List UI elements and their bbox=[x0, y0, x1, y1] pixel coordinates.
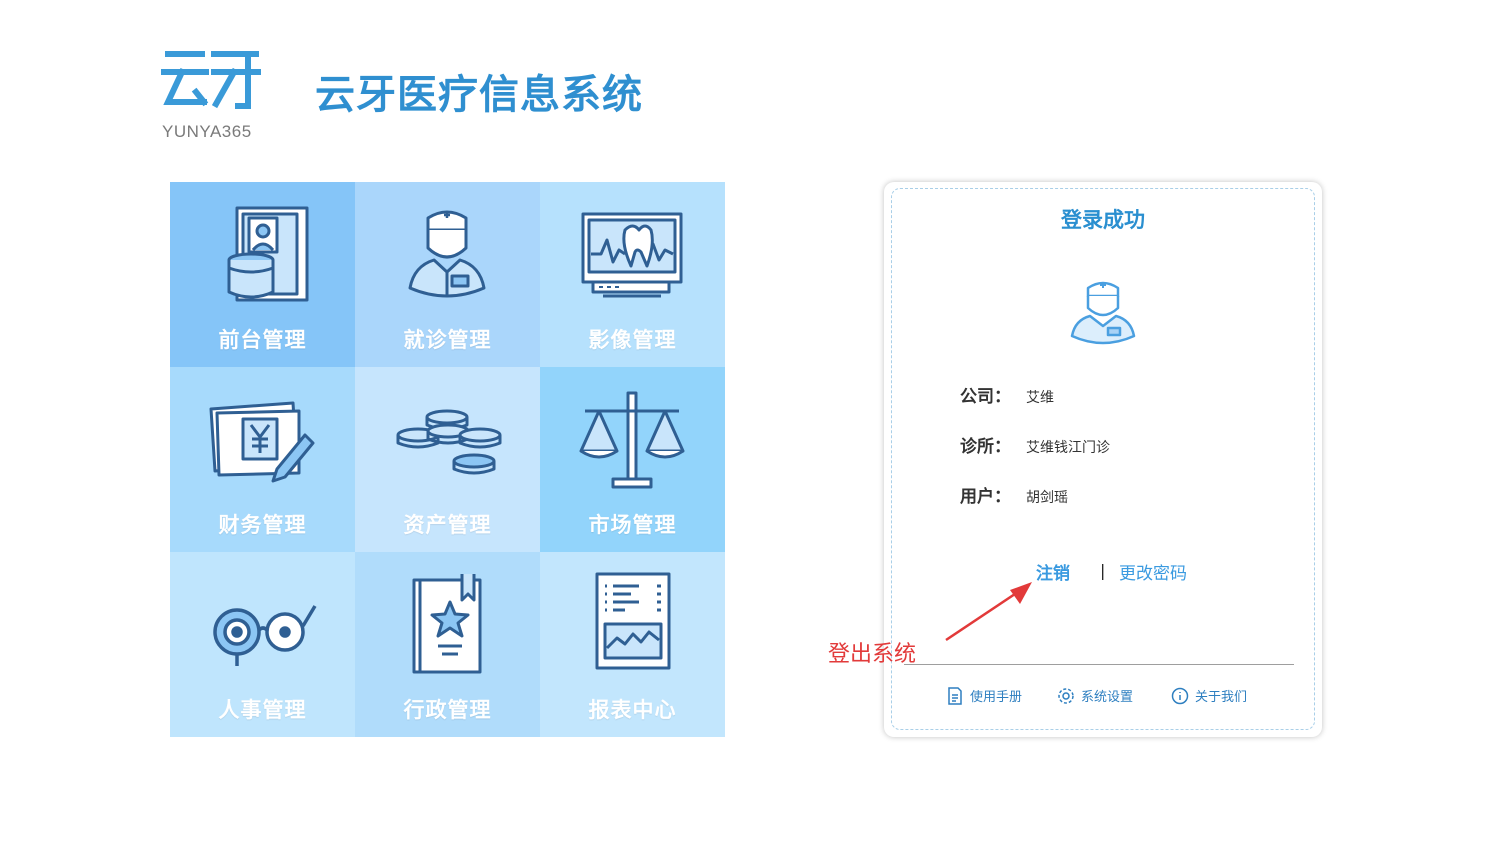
front-desk-icon bbox=[227, 206, 309, 302]
about-us-label: 关于我们 bbox=[1195, 690, 1248, 705]
doctor-avatar-icon bbox=[1070, 281, 1136, 345]
system-settings-link[interactable]: 系统设置 bbox=[1057, 686, 1133, 705]
tile-label: 影像管理 bbox=[588, 328, 677, 352]
tile-label: 行政管理 bbox=[403, 698, 492, 722]
system-settings-label: 系统设置 bbox=[1081, 690, 1134, 705]
clinic-row: 诊所： 艾维钱江门诊 bbox=[960, 432, 1110, 457]
tile-front-desk[interactable]: 前台管理 bbox=[170, 182, 355, 367]
info-icon bbox=[1171, 687, 1189, 704]
tile-consultation[interactable]: 就诊管理 bbox=[355, 182, 540, 367]
glasses-icon bbox=[213, 605, 317, 666]
annotation-arrow-icon bbox=[945, 582, 1032, 642]
tile-label: 财务管理 bbox=[218, 513, 307, 537]
tile-assets[interactable]: 资产管理 bbox=[355, 367, 540, 552]
coins-icon bbox=[396, 409, 502, 475]
tile-label: 人事管理 bbox=[218, 698, 307, 722]
change-password-link[interactable]: 更改密码 bbox=[1119, 559, 1187, 584]
panel-dashed-border bbox=[891, 188, 1315, 730]
tile-personnel[interactable]: 人事管理 bbox=[170, 552, 355, 737]
footer-divider bbox=[904, 664, 1294, 665]
system-title: 云牙医疗信息系统 bbox=[315, 72, 643, 118]
tile-imaging[interactable]: 影像管理 bbox=[540, 182, 725, 367]
star-book-icon bbox=[412, 574, 482, 674]
tooth-monitor-icon bbox=[581, 212, 683, 298]
company-row: 公司： 艾维 bbox=[960, 382, 1054, 407]
tile-finance[interactable]: 财务管理 bbox=[170, 367, 355, 552]
user-value: 胡剑瑶 bbox=[1026, 490, 1068, 506]
link-separator: | bbox=[1100, 561, 1106, 580]
login-success-panel: 登录成功 公司： 艾维 诊所： 艾维钱江门诊 用户： 胡剑瑶 注销 | 更改密码 使用… bbox=[884, 182, 1322, 737]
user-row: 用户： 胡剑瑶 bbox=[960, 482, 1068, 507]
user-label: 用户： bbox=[960, 487, 1011, 507]
balance-scale-icon bbox=[579, 391, 685, 489]
tile-label: 资产管理 bbox=[403, 513, 492, 537]
module-grid: 前台管理 就诊管理 影像管理 财务管理 资产管理 市场管理 人事管理 行政管理 … bbox=[170, 182, 725, 737]
logo-subtitle: YUNYA365 bbox=[162, 122, 252, 141]
tile-label: 就诊管理 bbox=[403, 328, 492, 352]
user-manual-label: 使用手册 bbox=[970, 690, 1023, 705]
about-us-link[interactable]: 关于我们 bbox=[1171, 686, 1247, 705]
logout-annotation: 登出系统 bbox=[828, 642, 917, 667]
doctor-icon bbox=[408, 210, 486, 298]
clinic-label: 诊所： bbox=[960, 437, 1011, 457]
logout-link[interactable]: 注销 bbox=[1036, 559, 1070, 584]
gear-icon bbox=[1058, 687, 1074, 704]
panel-title: 登录成功 bbox=[1061, 208, 1145, 232]
report-icon bbox=[595, 572, 671, 670]
tile-reports[interactable]: 报表中心 bbox=[540, 552, 725, 737]
tile-label: 市场管理 bbox=[588, 513, 677, 537]
company-value: 艾维 bbox=[1026, 390, 1054, 406]
tile-label: 报表中心 bbox=[588, 698, 677, 722]
document-icon bbox=[948, 686, 962, 705]
tile-market[interactable]: 市场管理 bbox=[540, 367, 725, 552]
yen-bill-icon bbox=[209, 401, 315, 483]
clinic-value: 艾维钱江门诊 bbox=[1026, 440, 1110, 456]
tile-label: 前台管理 bbox=[218, 328, 307, 352]
user-manual-link[interactable]: 使用手册 bbox=[946, 686, 1022, 705]
company-label: 公司： bbox=[960, 387, 1011, 407]
tile-administration[interactable]: 行政管理 bbox=[355, 552, 540, 737]
